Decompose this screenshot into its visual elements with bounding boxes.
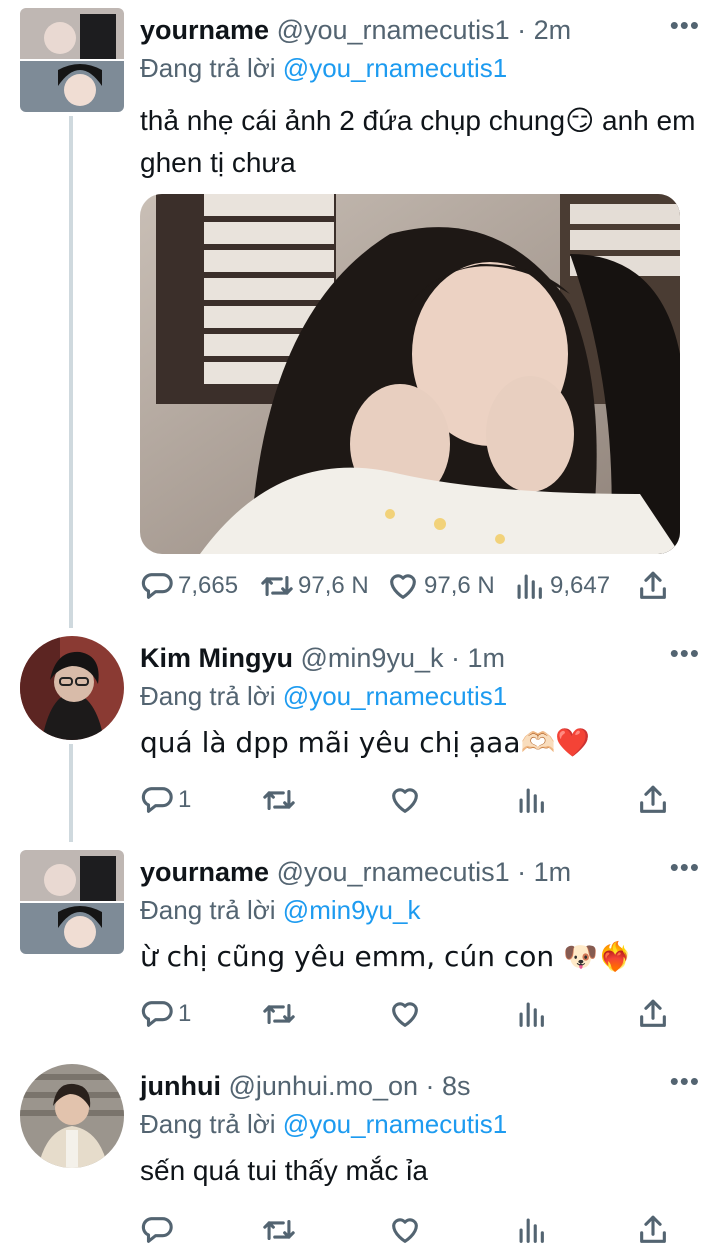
display-name[interactable]: Kim Mingyu [140,643,293,673]
retweet-button[interactable]: 97,6 N [260,566,369,606]
like-count: 97,6 N [424,572,495,599]
share-button[interactable] [636,566,670,606]
views-button[interactable]: 9,647 [512,566,610,606]
share-icon [636,997,670,1031]
tweet-text: ừ chị cũng yêu emm, cún con 🐶❤️‍🔥 [140,940,633,973]
share-icon [636,569,670,603]
tweet-actions: 7,665 97,6 N 97,6 N 9,647 [140,566,680,606]
reply-to-link[interactable]: @min9yu_k [283,895,421,925]
handle[interactable]: @you_rnamecutis1 [277,857,510,887]
views-icon [514,783,548,817]
share-button[interactable] [636,994,670,1034]
more-dots-icon[interactable]: ••• [670,852,700,882]
more-dots-icon[interactable]: ••• [670,10,700,40]
replying-to: Đang trả lời @min9yu_k [140,895,421,925]
tweet-actions: 1 [140,994,680,1034]
reply-count: 7,665 [178,572,239,599]
timestamp[interactable]: · 2m [517,15,571,45]
retweet-icon [262,783,296,817]
views-button[interactable] [514,994,548,1034]
views-button[interactable] [514,1210,548,1250]
like-button[interactable] [388,780,422,820]
reply-button[interactable] [140,1210,174,1250]
views-icon [514,1213,548,1247]
heart-icon [388,1213,422,1247]
handle[interactable]: @min9yu_k [301,643,444,673]
timestamp[interactable]: · 1m [517,857,571,887]
display-name[interactable]: yourname [140,857,269,887]
heart-icon [388,997,422,1031]
handle[interactable]: @you_rnamecutis1 [277,15,510,45]
reply-to-link[interactable]: @you_rnamecutis1 [283,1109,507,1139]
replying-to: Đang trả lời @you_rnamecutis1 [140,1109,508,1139]
reply-count: 1 [178,786,192,813]
thread-line [69,116,73,628]
tweet-actions [140,1210,680,1250]
reply-to-link[interactable]: @you_rnamecutis1 [283,53,507,83]
avatar[interactable] [20,8,124,112]
reply-icon [140,997,174,1031]
share-icon [636,783,670,817]
display-name[interactable]: junhui [140,1071,221,1101]
retweet-button[interactable] [262,780,296,820]
like-button[interactable] [388,1210,422,1250]
more-dots-icon[interactable]: ••• [670,638,700,668]
avatar[interactable] [20,636,124,740]
heart-icon [386,569,420,603]
timestamp[interactable]: · 1m [451,643,505,673]
reply-button[interactable]: 7,665 [140,566,238,606]
views-icon [514,997,548,1031]
tweet-text: sến quá tui thấy mắc ỉa [140,1155,428,1186]
reply-icon [140,569,174,603]
heart-icon [388,783,422,817]
retweet-button[interactable] [262,1210,296,1250]
share-icon [636,1213,670,1247]
reply-icon [140,1213,174,1247]
reply-icon [140,783,174,817]
reply-button[interactable]: 1 [140,780,191,820]
reply-to-link[interactable]: @you_rnamecutis1 [283,681,507,711]
handle[interactable]: @junhui.mo_on [229,1071,419,1101]
like-button[interactable] [388,994,422,1034]
avatar[interactable] [20,1064,124,1168]
like-button[interactable]: 97,6 N [386,566,495,606]
tweet-text: thả nhẹ cái ảnh 2 đứa chụp chung😏 anh em… [140,105,696,178]
retweet-icon [260,569,294,603]
share-button[interactable] [636,780,670,820]
retweet-count: 97,6 N [298,572,369,599]
views-button[interactable] [514,780,548,820]
timestamp[interactable]: · 8s [426,1071,471,1101]
tweet-text: quá là dpp mãi yêu chị ạaa🫶🏻❤️ [140,726,591,759]
reply-button[interactable]: 1 [140,994,191,1034]
share-button[interactable] [636,1210,670,1250]
retweet-icon [262,997,296,1031]
views-icon [512,569,546,603]
retweet-icon [262,1213,296,1247]
tweet-actions: 1 [140,780,680,820]
more-dots-icon[interactable]: ••• [670,1066,700,1096]
replying-to: Đang trả lời @you_rnamecutis1 [140,681,508,711]
views-count: 9,647 [550,572,611,599]
reply-count: 1 [178,1000,192,1027]
replying-to: Đang trả lời @you_rnamecutis1 [140,53,508,83]
thread-line [69,744,73,842]
tweet-photo[interactable] [140,194,680,554]
retweet-button[interactable] [262,994,296,1034]
display-name[interactable]: yourname [140,15,269,45]
avatar[interactable] [20,850,124,954]
